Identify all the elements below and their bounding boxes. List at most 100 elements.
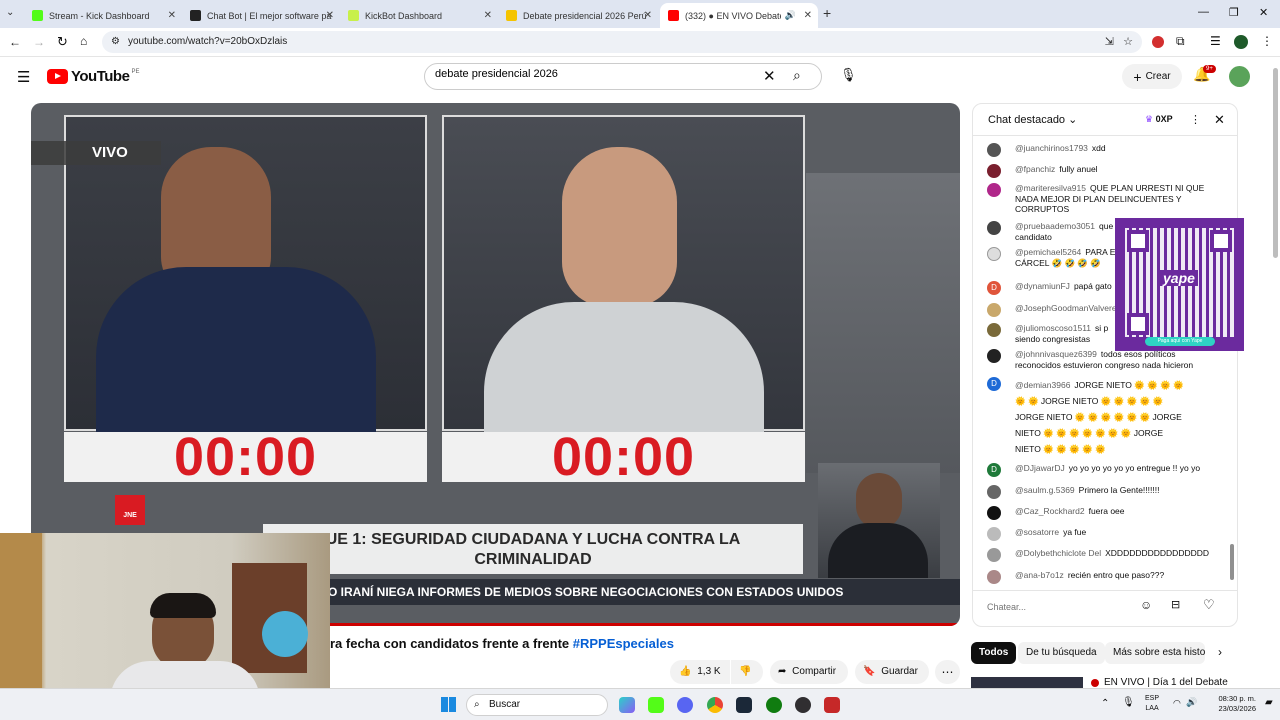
page-scrollbar[interactable] (1273, 68, 1278, 258)
close-tab-icon[interactable]: ✕ (804, 10, 812, 21)
chrome-icon[interactable] (707, 697, 723, 713)
tab-kickbot-dashboard[interactable]: KickBot Dashboard ✕ (340, 3, 498, 28)
tray-mic-icon[interactable]: 🎙 (1122, 697, 1135, 708)
account-avatar[interactable] (1229, 66, 1250, 87)
interpreter-figure (856, 473, 902, 529)
hamburger-menu-icon[interactable]: ☰ (17, 68, 30, 86)
save-button[interactable]: 🔖 Guardar (855, 660, 929, 684)
xp-badge[interactable]: ♛ 0XP (1145, 114, 1173, 125)
reload-icon[interactable]: ↻ (57, 34, 68, 50)
chat-username[interactable]: @dynamiunFJ (1015, 281, 1070, 291)
close-window-icon[interactable]: ✕ (1259, 6, 1268, 19)
minimize-icon[interactable]: — (1198, 6, 1209, 18)
chat-scrollbar[interactable] (1230, 544, 1234, 580)
clear-search-icon[interactable]: ✕ (763, 67, 776, 85)
maximize-icon[interactable]: ❐ (1229, 6, 1239, 19)
chat-username[interactable]: @pemichael5264 (1015, 247, 1081, 257)
chat-username[interactable]: @fpanchiz (1015, 164, 1055, 174)
tab-debate-presidencial[interactable]: Debate presidencial 2026 Perú ✕ (498, 3, 658, 28)
close-tab-icon[interactable]: ✕ (326, 10, 334, 21)
home-icon[interactable]: ⌂ (80, 34, 87, 48)
extension-red-icon[interactable] (1152, 36, 1164, 48)
like-button[interactable]: 👍 1,3 K (670, 660, 730, 684)
close-tab-icon[interactable]: ✕ (484, 10, 492, 21)
chat-username[interactable]: @mariteresilva915 (1015, 183, 1086, 193)
chat-username[interactable]: @juanchirinos1793 (1015, 143, 1088, 153)
youtube-wordmark: YouTube (71, 68, 130, 85)
search-input[interactable] (435, 68, 755, 80)
next-video-thumbnail[interactable] (971, 677, 1083, 688)
site-info-icon[interactable]: ⚙ (111, 31, 120, 53)
chat-username[interactable]: @saulm.g.5369 (1015, 485, 1075, 495)
extensions-puzzle-icon[interactable]: ⧉ (1176, 34, 1185, 49)
chat-username[interactable]: @ana-b7o1z (1015, 570, 1064, 580)
browser-toolbar: ← → ↻ ⌂ ⚙ youtube.com/watch?v=20bOxDzlai… (0, 28, 1280, 57)
close-tab-icon[interactable]: ✕ (644, 10, 652, 21)
super-chat-icon[interactable]: ⊟ (1171, 598, 1180, 611)
notification-center-icon[interactable]: ▰ (1265, 697, 1273, 708)
qr-corner-bl (1127, 313, 1149, 335)
chat-username[interactable]: @johnnivasquez6399 (1015, 349, 1097, 359)
back-icon[interactable]: ← (9, 35, 21, 49)
bookmark-star-icon[interactable]: ☆ (1123, 31, 1133, 53)
language-indicator[interactable]: ESP LAA (1145, 694, 1159, 714)
tab-kick-dashboard[interactable]: Stream - Kick Dashboard ✕ (24, 3, 182, 28)
chat-username[interactable]: @JosephGoodmanValvere (1015, 303, 1117, 313)
clock[interactable]: 08:30 p. m. 23/03/2026 (1210, 694, 1256, 714)
chat-message: @Dolybethchiclote Del XDDDDDDDDDDDDDDDD (987, 548, 1217, 562)
tab-youtube-live[interactable]: (332) ● EN VIVO Debate p 🔊 ✕ (660, 3, 818, 28)
close-chat-icon[interactable]: ✕ (1214, 112, 1225, 128)
chat-menu-icon[interactable]: ⋮ (1190, 113, 1201, 126)
more-actions-button[interactable]: ⋯ (935, 660, 960, 684)
profile-avatar-icon[interactable] (1234, 35, 1248, 49)
address-bar[interactable]: ⚙ youtube.com/watch?v=20bOxDzlais ⇲ ☆ (102, 31, 1142, 53)
kick-app-icon[interactable] (648, 697, 664, 713)
obs-icon[interactable] (795, 697, 811, 713)
wifi-icon[interactable]: ◠ (1173, 698, 1181, 709)
share-button[interactable]: ➦ Compartir (770, 660, 848, 684)
chips-next-arrow-icon[interactable]: › (1218, 645, 1222, 659)
chip-todos[interactable]: Todos (971, 642, 1017, 664)
chat-username[interactable]: @pruebaademo3051 (1015, 221, 1095, 231)
chat-input[interactable] (987, 598, 1137, 616)
browser-menu-icon[interactable]: ⋮ (1261, 34, 1273, 48)
create-button[interactable]: + Crear (1122, 64, 1182, 89)
tray-chevron-icon[interactable]: ⌃ (1101, 698, 1109, 709)
chip-mas-sobre[interactable]: Más sobre esta histor (1105, 642, 1205, 664)
chip-de-tu-busqueda[interactable]: De tu búsqueda (1018, 642, 1105, 664)
chat-username[interactable]: @DJjawarDJ (1015, 463, 1065, 473)
close-tab-icon[interactable]: ✕ (168, 10, 176, 21)
tab-chat-bot[interactable]: Chat Bot | El mejor software pa ✕ (182, 3, 340, 28)
chat-username[interactable]: @Dolybethchiclote Del (1015, 548, 1101, 558)
voice-search-icon[interactable]: 🎙 (840, 67, 857, 83)
xbox-icon[interactable] (766, 697, 782, 713)
youtube-logo[interactable]: YouTube PE (47, 68, 139, 85)
reading-list-icon[interactable]: ☰ (1210, 34, 1221, 48)
webcam-curtain (0, 533, 42, 688)
chat-header-dropdown[interactable]: Chat destacado ⌄ (988, 113, 1077, 126)
chat-username[interactable]: @Caz_Rockhard2 (1015, 506, 1085, 516)
new-tab-button[interactable]: + (823, 5, 831, 21)
search-icon[interactable]: ⌕ (793, 67, 801, 84)
taskbar-search[interactable]: ⌕ Buscar (466, 694, 608, 716)
chat-username[interactable]: @sosatorre (1015, 527, 1059, 537)
copilot-icon[interactable] (619, 697, 635, 713)
chat-username[interactable]: @demian3966 (1015, 380, 1070, 390)
chat-username[interactable]: @juliomoscoso1511 (1015, 323, 1091, 333)
steam-icon[interactable] (736, 697, 752, 713)
discord-icon[interactable] (677, 697, 693, 713)
volume-icon[interactable]: 🔊 (1186, 697, 1197, 708)
dislike-button[interactable]: 👎 (731, 660, 763, 684)
next-video-title[interactable]: EN VIVO | Día 1 del Debate (1104, 677, 1228, 688)
tab-search-chevron-icon[interactable]: ⌄ (6, 7, 14, 18)
avatar (987, 247, 1001, 261)
app-red-icon[interactable] (824, 697, 840, 713)
windows-start-icon[interactable] (441, 697, 456, 712)
emoji-icon[interactable]: ☺ (1140, 598, 1152, 612)
chat-message: @fpanchiz fully anuel (987, 164, 1217, 178)
speaker-icon[interactable]: 🔊 (785, 10, 796, 21)
heart-icon[interactable]: ♡ (1203, 597, 1215, 613)
install-icon[interactable]: ⇲ (1105, 31, 1114, 53)
hashtag-link[interactable]: #RPPEspeciales (573, 636, 674, 651)
forward-icon[interactable]: → (33, 35, 45, 49)
